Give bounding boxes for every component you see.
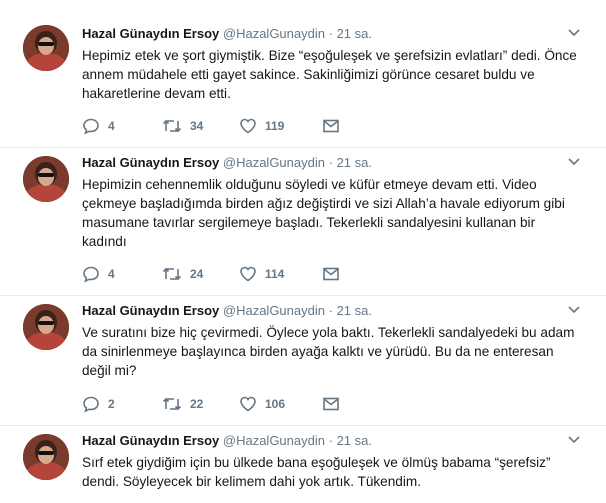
reply-icon (82, 265, 100, 283)
retweet-count: 24 (190, 267, 204, 281)
tweet-header: Hazal Günaydın Ersoy @HazalGunaydin · 21… (82, 26, 582, 42)
tweet-text: Hepimizin cehennemlik olduğunu söyledi v… (82, 177, 565, 249)
heart-icon (239, 395, 257, 413)
direct-message-button[interactable] (322, 394, 340, 414)
timestamp[interactable]: 21 sa. (337, 26, 372, 41)
like-button[interactable]: 114 (239, 264, 284, 284)
author-handle[interactable]: @HazalGunaydin (223, 303, 325, 318)
avatar[interactable] (23, 434, 69, 480)
avatar[interactable] (23, 25, 69, 71)
reply-icon (82, 395, 100, 413)
chevron-down-icon[interactable] (566, 153, 582, 169)
tweet-header: Hazal Günaydın Ersoy @HazalGunaydin · 21… (82, 155, 582, 171)
reply-button[interactable]: 4 (82, 116, 115, 136)
like-button[interactable]: 106 (239, 394, 285, 414)
retweet-icon (162, 117, 182, 135)
tweet-text: Hepimiz etek ve şort giymiştik. Bize “eş… (82, 48, 577, 101)
author-name[interactable]: Hazal Günaydın Ersoy (82, 303, 219, 318)
author-name[interactable]: Hazal Günaydın Ersoy (82, 26, 219, 41)
retweet-count: 22 (190, 397, 204, 411)
heart-icon (239, 117, 257, 135)
like-count: 114 (265, 267, 285, 281)
tweet-3[interactable]: Hazal Günaydın Ersoy @HazalGunaydin · 21… (0, 296, 606, 426)
author-handle[interactable]: @HazalGunaydin (223, 155, 325, 170)
retweet-icon (162, 395, 182, 413)
avatar[interactable] (23, 156, 69, 202)
separator: · (328, 155, 333, 170)
tweet-text: Ve suratını bize hiç çevirmedi. Öylece y… (82, 325, 575, 378)
tweet-1[interactable]: Hazal Günaydın Ersoy @HazalGunaydin · 21… (0, 0, 606, 148)
tweet-actions: 4 24 114 (82, 264, 382, 284)
tweet-text: Sırf etek giydiğim için bu ülkede bana e… (82, 455, 551, 489)
timestamp[interactable]: 21 sa. (337, 433, 372, 448)
timestamp[interactable]: 21 sa. (337, 155, 372, 170)
retweet-icon (162, 265, 182, 283)
chevron-down-icon[interactable] (566, 301, 582, 317)
direct-message-button[interactable] (322, 116, 340, 136)
retweet-count: 34 (190, 119, 204, 133)
retweet-button[interactable]: 34 (162, 116, 203, 136)
reply-button[interactable]: 2 (82, 394, 115, 414)
separator: · (328, 303, 333, 318)
retweet-button[interactable]: 22 (162, 394, 203, 414)
retweet-button[interactable]: 24 (162, 264, 203, 284)
avatar[interactable] (23, 304, 69, 350)
reply-count: 4 (108, 267, 115, 281)
like-count: 119 (265, 119, 285, 133)
separator: · (328, 433, 333, 448)
author-name[interactable]: Hazal Günaydın Ersoy (82, 155, 219, 170)
reply-count: 2 (108, 397, 115, 411)
tweet-actions: 4 34 119 (82, 116, 382, 136)
tweet-2[interactable]: Hazal Günaydın Ersoy @HazalGunaydin · 21… (0, 148, 606, 296)
direct-message-button[interactable] (322, 264, 340, 284)
chevron-down-icon[interactable] (566, 24, 582, 40)
reply-icon (82, 117, 100, 135)
envelope-icon (322, 117, 340, 135)
chevron-down-icon[interactable] (566, 431, 582, 447)
reply-button[interactable]: 4 (82, 264, 115, 284)
reply-count: 4 (108, 119, 115, 133)
author-handle[interactable]: @HazalGunaydin (223, 26, 325, 41)
like-button[interactable]: 119 (239, 116, 284, 136)
tweet-header: Hazal Günaydın Ersoy @HazalGunaydin · 21… (82, 433, 582, 449)
envelope-icon (322, 395, 340, 413)
author-name[interactable]: Hazal Günaydın Ersoy (82, 433, 219, 448)
tweet-actions: 2 22 106 (82, 394, 382, 414)
envelope-icon (322, 265, 340, 283)
separator: · (328, 26, 333, 41)
heart-icon (239, 265, 257, 283)
like-count: 106 (265, 397, 286, 411)
tweet-header: Hazal Günaydın Ersoy @HazalGunaydin · 21… (82, 303, 582, 319)
tweet-4[interactable]: Hazal Günaydın Ersoy @HazalGunaydin · 21… (0, 426, 606, 503)
author-handle[interactable]: @HazalGunaydin (223, 433, 325, 448)
timestamp[interactable]: 21 sa. (337, 303, 372, 318)
